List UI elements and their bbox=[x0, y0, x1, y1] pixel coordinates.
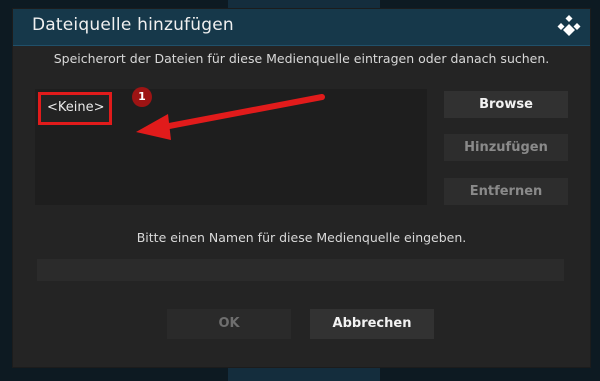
dialog-title: Dateiquelle hinzufügen bbox=[32, 15, 234, 35]
add-source-dialog: Dateiquelle hinzufügen Speicherort der D… bbox=[12, 8, 591, 368]
step-marker: 1 bbox=[132, 87, 152, 107]
source-path-list: <Keine> bbox=[35, 89, 427, 205]
ok-button[interactable]: OK bbox=[167, 309, 291, 339]
source-name-input[interactable] bbox=[37, 259, 564, 281]
remove-path-button[interactable]: Entfernen bbox=[444, 178, 568, 205]
cancel-button[interactable]: Abbrechen bbox=[310, 309, 434, 339]
source-path-item-none[interactable]: <Keine> bbox=[38, 92, 112, 125]
browse-button[interactable]: Browse bbox=[444, 91, 568, 118]
source-name-prompt: Bitte einen Namen für diese Medienquelle… bbox=[136, 230, 467, 245]
source-path-item-label: <Keine> bbox=[47, 100, 105, 115]
add-path-button[interactable]: Hinzufügen bbox=[444, 134, 568, 161]
dialog-titlebar: Dateiquelle hinzufügen bbox=[13, 9, 590, 46]
kodi-logo-icon bbox=[557, 15, 581, 36]
source-path-instruction: Speicherort der Dateien für diese Medien… bbox=[53, 51, 550, 66]
